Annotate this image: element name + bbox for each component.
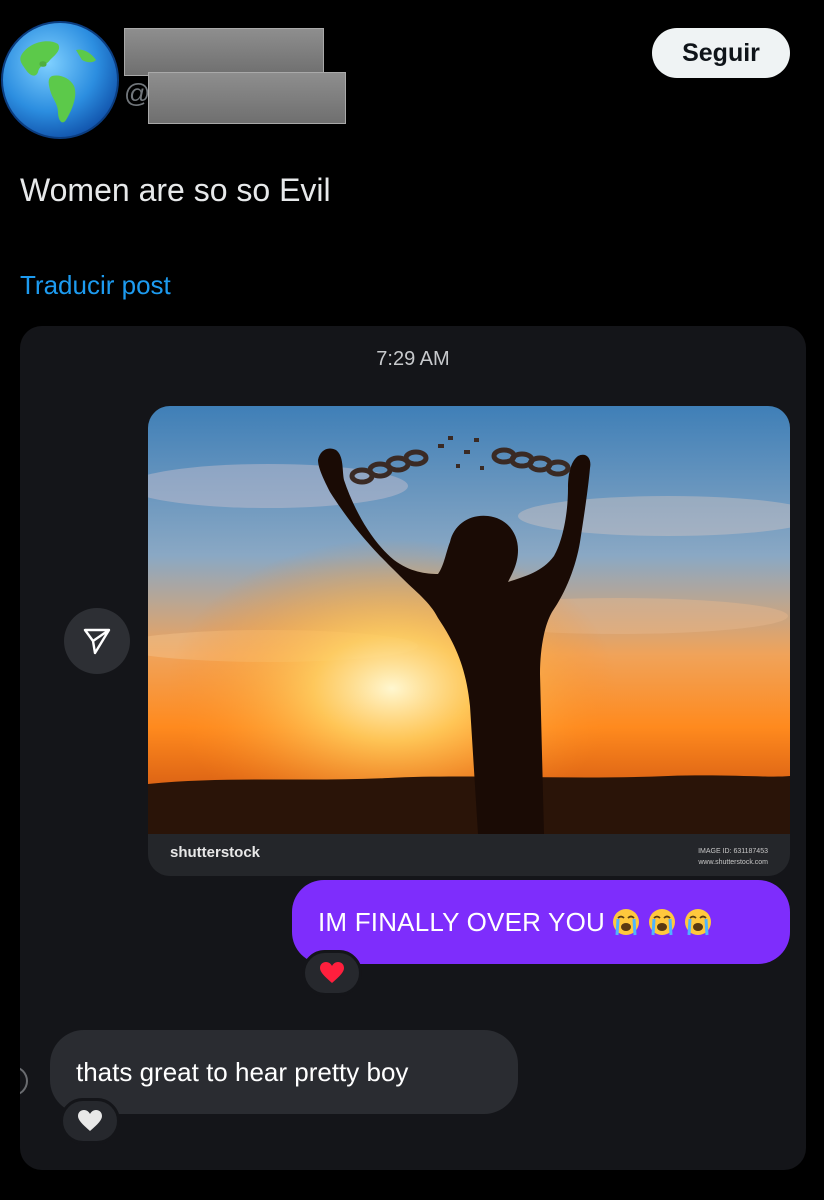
watermark-logo: shutterstock [170,844,261,861]
follow-button[interactable]: Seguir [652,28,790,78]
sunset-photo [148,406,790,834]
send-icon [83,628,111,655]
loudly-crying-face-icon [685,909,711,936]
watermark-image-id: IMAGE ID: 631187453 www.shutterstock.com [698,846,768,868]
handle-at-sign: @ [124,78,151,108]
received-message-reaction[interactable] [60,1098,120,1144]
translate-post-link[interactable]: Traducir post [20,270,171,301]
white-heart-icon [78,1110,102,1131]
received-message-text: thats great to hear pretty boy [76,1056,409,1087]
share-button[interactable] [64,608,130,674]
sent-message-text: IM FINALLY OVER YOU [318,906,605,937]
redacted-handle [148,72,346,124]
sender-avatar-partial [20,1066,28,1096]
shared-photo[interactable]: shutterstock IMAGE ID: 631187453 www.shu… [148,406,790,876]
image-site-text: www.shutterstock.com [698,859,768,866]
image-id-text: IMAGE ID: 631187453 [698,848,768,855]
profile-avatar[interactable] [0,20,120,140]
loudly-crying-face-icon [613,909,639,936]
sent-message-bubble[interactable]: IM FINALLY OVER YOU [292,880,790,964]
post-screen: @ Seguir Women are so so Evil Traducir p… [0,0,824,1200]
redacted-display-name [124,28,324,76]
message-timestamp: 7:29 AM [376,348,450,370]
globe-icon [1,21,119,139]
photo-watermark-bar: shutterstock IMAGE ID: 631187453 www.shu… [148,834,790,876]
loudly-crying-face-icon [649,909,675,936]
post-text: Women are so so Evil [20,172,331,208]
red-heart-icon [320,962,344,983]
attached-screenshot[interactable]: 7:29 AM shutterstock IMAGE ID: 631187453… [20,326,806,1170]
received-message-bubble[interactable]: thats great to hear pretty boy [50,1030,518,1114]
sent-message-reaction[interactable] [302,950,362,996]
